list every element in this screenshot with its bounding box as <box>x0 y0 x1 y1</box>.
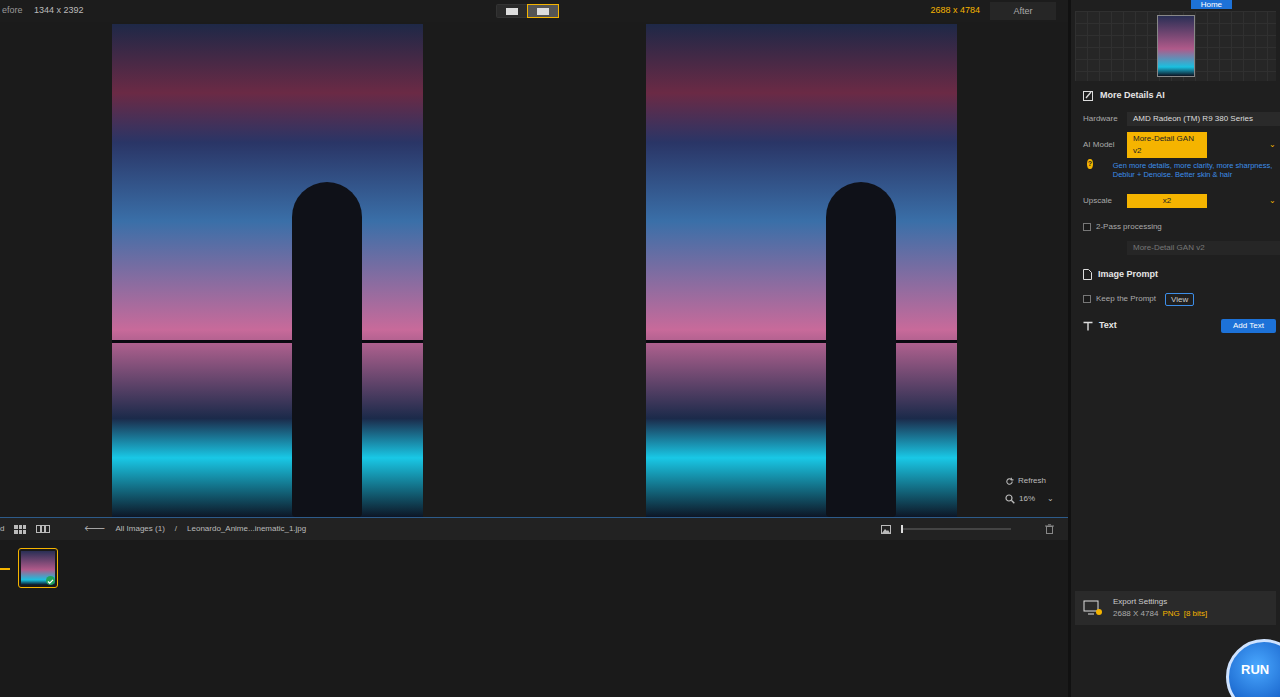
model-select[interactable]: More-Detail GAN v2 <box>1127 132 1207 158</box>
after-tab[interactable]: After <box>990 2 1056 20</box>
hardware-select[interactable]: AMD Radeon (TM) R9 380 Series <box>1127 112 1280 126</box>
checkbox-box[interactable] <box>1083 223 1091 231</box>
thumbnail-strip <box>0 540 1068 697</box>
checkbox-box[interactable] <box>1083 295 1091 303</box>
before-image <box>112 24 423 517</box>
grid-view-icon[interactable] <box>14 525 26 534</box>
monitor-gear-icon <box>1083 600 1103 616</box>
two-pass-model-select[interactable]: More-Detail GAN v2 <box>1127 241 1280 255</box>
side-by-side-icon <box>537 8 549 15</box>
compare-header: efore 1344 x 2392 2688 x 4784 After <box>0 0 1068 22</box>
enhance-icon <box>1083 90 1094 101</box>
checkbox-label: 2-Pass processing <box>1096 221 1162 233</box>
back-button[interactable]: 🡐 <box>84 523 105 535</box>
preview-navigator <box>1075 11 1276 81</box>
trash-icon[interactable] <box>1045 524 1054 534</box>
thumb-size-slider[interactable] <box>901 528 1011 530</box>
checkbox-label: Keep the Prompt <box>1096 293 1156 305</box>
list-view-icon[interactable] <box>36 525 50 533</box>
main-area: efore 1344 x 2392 2688 x 4784 After Refr… <box>0 0 1068 697</box>
two-pass-checkbox[interactable]: 2-Pass processing <box>1071 211 1280 238</box>
export-size: 2688 X 4784 <box>1113 608 1158 620</box>
image-size-icon <box>881 525 891 534</box>
section-title: More Details AI <box>1100 89 1165 103</box>
text-title: Text <box>1099 319 1117 333</box>
model-label: AI Model <box>1083 139 1127 151</box>
compare-mode-button[interactable] <box>528 5 558 17</box>
zoom-icon <box>1005 494 1015 504</box>
breadcrumb-root[interactable]: All Images (1) <box>115 523 164 535</box>
compare-mode-button[interactable] <box>497 5 527 17</box>
settings-panel: Home More Details AI Hardware AMD Radeon… <box>1071 0 1280 697</box>
upscale-select[interactable]: x2 <box>1127 194 1207 208</box>
two-pass-model-value: More-Detail GAN v2 <box>1133 242 1205 254</box>
export-title: Export Settings <box>1113 596 1207 608</box>
home-tab[interactable]: Home <box>1191 0 1232 9</box>
refresh-icon <box>1005 477 1014 486</box>
preview-thumbnail <box>1157 15 1195 77</box>
refresh-label: Refresh <box>1018 475 1046 487</box>
zoom-caret: ⌄ <box>1047 493 1054 505</box>
export-format: PNG <box>1162 608 1179 620</box>
after-image <box>646 24 957 517</box>
upscale-value: x2 <box>1133 195 1201 207</box>
run-button[interactable]: RUN <box>1226 639 1280 697</box>
after-size: 2688 x 4784 <box>930 4 980 18</box>
export-bits: [8 bits] <box>1184 608 1208 620</box>
before-tab[interactable]: efore <box>0 4 34 18</box>
hardware-value: AMD Radeon (TM) R9 380 Series <box>1133 113 1253 125</box>
zoom-control[interactable]: 16% ⌄ <box>1005 493 1054 505</box>
before-size: 1344 x 2392 <box>34 4 84 18</box>
refresh-button[interactable]: Refresh <box>1005 475 1054 487</box>
browser-bar: d 🡐 All Images (1) / Leonardo_Anime...in… <box>0 517 1068 540</box>
thumbnail[interactable] <box>18 548 58 588</box>
breadcrumb-file: Leonardo_Anime...inematic_1.jpg <box>187 523 306 535</box>
text-icon <box>1083 321 1093 331</box>
document-icon <box>1083 269 1092 280</box>
model-value: More-Detail GAN v2 <box>1133 133 1201 157</box>
export-settings[interactable]: Export Settings 2688 X 4784 PNG [8 bits] <box>1075 591 1276 625</box>
prompt-title: Image Prompt <box>1098 268 1158 282</box>
hardware-label: Hardware <box>1083 113 1127 125</box>
help-icon[interactable]: ? <box>1087 159 1093 169</box>
view-button[interactable]: View <box>1165 293 1194 306</box>
keep-prompt-checkbox[interactable]: Keep the Prompt View <box>1071 288 1280 311</box>
split-view-icon <box>506 8 518 15</box>
zoom-value: 16% <box>1019 493 1035 505</box>
add-text-button[interactable]: Add Text <box>1221 319 1276 333</box>
image-viewer: Refresh 16% ⌄ <box>0 22 1068 517</box>
compare-mode-toggle <box>496 4 559 18</box>
upscale-label: Upscale <box>1083 195 1127 207</box>
run-label: RUN <box>1241 660 1269 680</box>
check-icon <box>46 576 55 585</box>
model-description: Gen more details, more clarity, more sha… <box>1093 161 1280 185</box>
view-label: d <box>0 523 4 535</box>
breadcrumb-separator: / <box>175 523 177 535</box>
